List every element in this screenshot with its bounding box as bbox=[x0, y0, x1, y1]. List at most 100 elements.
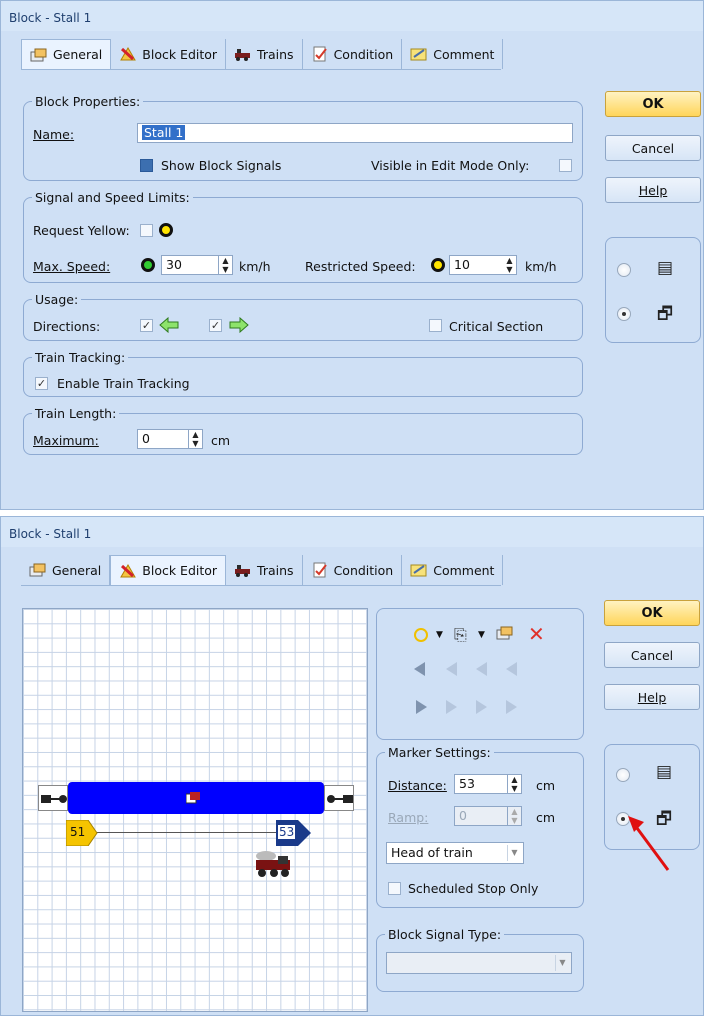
block-signal-type-select[interactable]: ▼ bbox=[386, 952, 572, 974]
tab-label: Condition bbox=[333, 46, 394, 62]
ramp-field[interactable]: 0 bbox=[454, 806, 508, 826]
tab-label: Comment bbox=[433, 562, 495, 578]
max-speed-spinner[interactable]: ▲ ▼ bbox=[219, 255, 233, 275]
signal-tool-icon[interactable]: ⎘ bbox=[454, 625, 467, 645]
maximum-length-spinner[interactable]: ▲ ▼ bbox=[189, 429, 203, 449]
restricted-speed-field[interactable]: 10 bbox=[449, 255, 505, 275]
visible-in-edit-mode-checkbox[interactable] bbox=[559, 159, 572, 172]
list-view-radio[interactable] bbox=[617, 263, 631, 277]
tab-general[interactable]: General bbox=[21, 555, 111, 585]
cancel-button[interactable]: Cancel bbox=[605, 135, 701, 161]
maximum-length-unit: cm bbox=[211, 433, 231, 448]
list-view-radio[interactable] bbox=[616, 768, 630, 782]
tab-bar: General Block Editor Trains Condition Co… bbox=[21, 39, 504, 69]
delete-icon[interactable]: ✕ bbox=[528, 622, 545, 646]
locomotive-icon bbox=[252, 850, 296, 883]
trains-icon bbox=[234, 562, 252, 578]
arrow-left-icon bbox=[159, 316, 179, 336]
marker-right[interactable]: 53 bbox=[276, 820, 312, 846]
properties-icon[interactable] bbox=[496, 625, 514, 644]
group-legend: Train Tracking: bbox=[32, 350, 129, 365]
marker-left-label: 51 bbox=[70, 825, 86, 839]
cancel-button[interactable]: Cancel bbox=[604, 642, 700, 668]
arrow-right-icon bbox=[229, 316, 249, 336]
dropdown-arrow-icon[interactable]: ▼ bbox=[436, 630, 443, 640]
tab-label: Trains bbox=[257, 46, 294, 62]
scheduled-stop-checkbox[interactable] bbox=[388, 882, 401, 895]
tab-condition[interactable]: Condition bbox=[303, 555, 403, 585]
max-speed-field[interactable]: 30 bbox=[161, 255, 219, 275]
distance-spinner[interactable]: ▲ ▼ bbox=[508, 774, 522, 794]
move-right-icon[interactable] bbox=[446, 700, 457, 714]
marker-left[interactable]: 51 bbox=[66, 820, 98, 846]
ramp-spinner[interactable]: ▲ ▼ bbox=[508, 806, 522, 826]
add-marker-icon[interactable] bbox=[414, 628, 428, 642]
move-left-icon[interactable] bbox=[506, 662, 517, 676]
tab-trains[interactable]: Trains bbox=[226, 39, 303, 69]
block-left-buffer-icon bbox=[38, 785, 68, 811]
ramp-label: Ramp: bbox=[388, 810, 429, 825]
block-editor-icon bbox=[119, 46, 137, 62]
distance-unit: cm bbox=[536, 778, 556, 793]
move-left-icon[interactable] bbox=[476, 662, 487, 676]
max-speed-label: Max. Speed: bbox=[33, 259, 111, 274]
scheduled-stop-label: Scheduled Stop Only bbox=[408, 881, 539, 896]
tab-label: Comment bbox=[433, 46, 495, 62]
maximum-label: Maximum: bbox=[33, 433, 99, 448]
group-legend: Block Signal Type: bbox=[385, 927, 505, 942]
enable-train-tracking-checkbox[interactable]: ✓ bbox=[35, 377, 48, 390]
list-view-icon: ▤ bbox=[656, 762, 673, 782]
max-speed-unit: km/h bbox=[239, 259, 271, 274]
help-button[interactable]: Help bbox=[605, 177, 701, 203]
tab-comment[interactable]: Comment bbox=[402, 555, 504, 585]
name-field[interactable]: Stall 1 bbox=[137, 123, 573, 143]
tab-label: Block Editor bbox=[142, 563, 218, 578]
dropdown-arrow-icon[interactable]: ▼ bbox=[478, 630, 485, 640]
distance-label: Distance: bbox=[388, 778, 447, 793]
name-label: Name: bbox=[33, 127, 75, 142]
window-view-radio[interactable] bbox=[617, 307, 631, 321]
tab-block-editor[interactable]: Block Editor bbox=[110, 555, 227, 585]
condition-icon bbox=[311, 46, 329, 62]
annotation-arrow-icon bbox=[624, 812, 672, 877]
move-left-icon[interactable] bbox=[446, 662, 457, 676]
move-right-icon[interactable] bbox=[506, 700, 517, 714]
restricted-speed-label: Restricted Speed: bbox=[305, 259, 416, 274]
marker-position-select[interactable]: Head of train ▼ bbox=[386, 842, 524, 864]
enable-train-tracking-label: Enable Train Tracking bbox=[57, 376, 190, 391]
direction-left-checkbox[interactable]: ✓ bbox=[140, 319, 153, 332]
group-legend: Train Length: bbox=[32, 406, 120, 421]
request-yellow-label: Request Yellow: bbox=[33, 223, 130, 238]
request-yellow-checkbox[interactable] bbox=[140, 224, 153, 237]
tab-condition[interactable]: Condition bbox=[303, 39, 403, 69]
tab-label: General bbox=[52, 562, 102, 578]
critical-section-label: Critical Section bbox=[449, 319, 544, 334]
comment-icon bbox=[410, 562, 428, 578]
ok-button[interactable]: OK bbox=[605, 91, 701, 117]
tab-label: General bbox=[53, 47, 103, 62]
tab-general[interactable]: General bbox=[21, 39, 112, 69]
move-left-icon[interactable] bbox=[414, 662, 425, 676]
critical-section-checkbox[interactable] bbox=[429, 319, 442, 332]
windows-view-icon: 🗗 bbox=[657, 304, 673, 324]
move-right-icon[interactable] bbox=[476, 700, 487, 714]
direction-right-checkbox[interactable]: ✓ bbox=[209, 319, 222, 332]
group-legend: Marker Settings: bbox=[385, 745, 494, 760]
ramp-unit: cm bbox=[536, 810, 556, 825]
tab-block-editor[interactable]: Block Editor bbox=[111, 39, 227, 69]
tab-comment[interactable]: Comment bbox=[402, 39, 504, 69]
distance-field[interactable]: 53 bbox=[454, 774, 508, 794]
show-block-signals-label: Show Block Signals bbox=[161, 158, 282, 173]
maximum-length-field[interactable]: 0 bbox=[137, 429, 189, 449]
chevron-down-icon: ▼ bbox=[555, 955, 569, 971]
tab-trains[interactable]: Trains bbox=[226, 555, 303, 585]
block-editor-icon bbox=[119, 563, 137, 579]
block-dialog-general: Block - Stall 1 General Block Editor Tra… bbox=[0, 0, 704, 510]
help-button[interactable]: Help bbox=[604, 684, 700, 710]
show-block-signals-checkbox[interactable] bbox=[140, 159, 153, 172]
restricted-speed-spinner[interactable]: ▲ ▼ bbox=[503, 255, 517, 275]
trains-icon bbox=[234, 46, 252, 62]
yellow-signal-icon bbox=[431, 258, 445, 272]
ok-button[interactable]: OK bbox=[604, 600, 700, 626]
move-right-icon[interactable] bbox=[416, 700, 427, 714]
